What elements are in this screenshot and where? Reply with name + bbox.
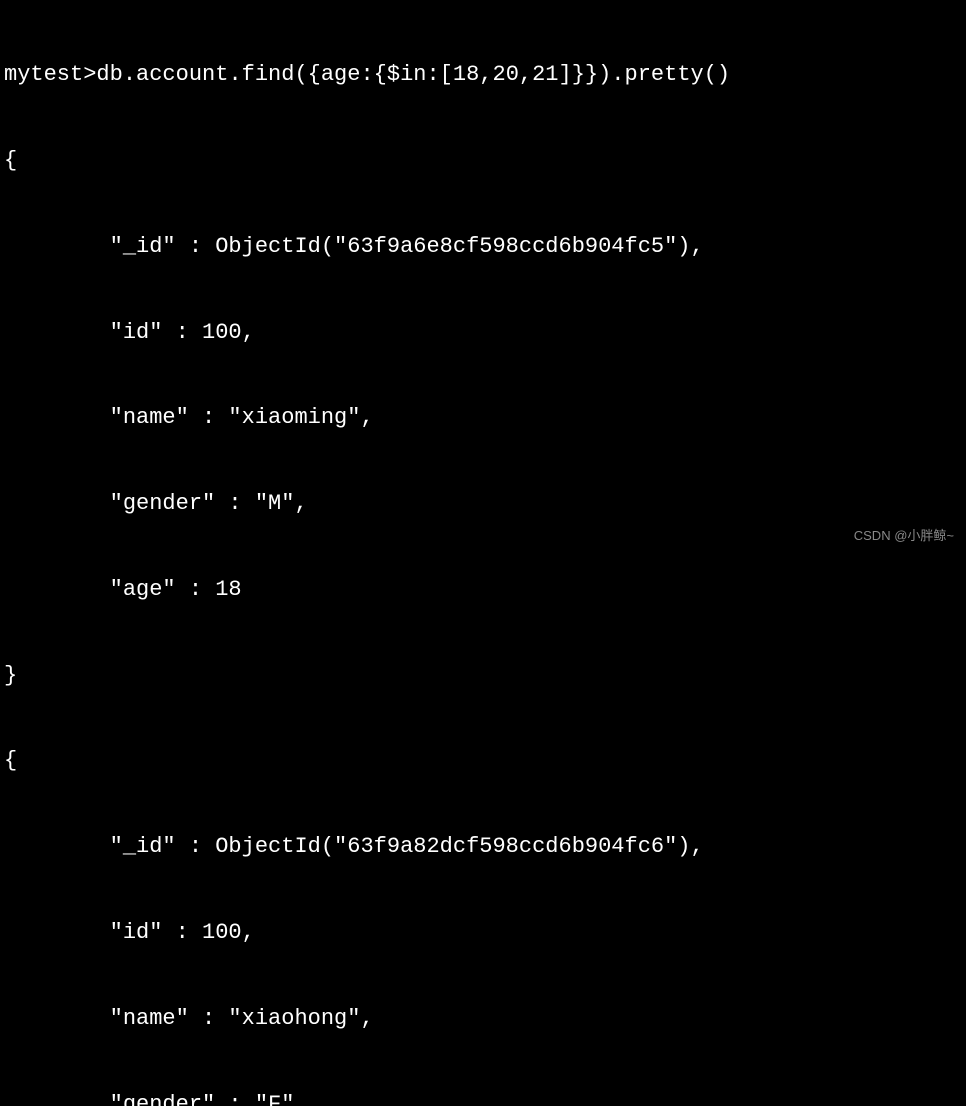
command-line: mytest>db.account.find({age:{$in:[18,20,… bbox=[4, 61, 962, 90]
terminal-output: mytest>db.account.find({age:{$in:[18,20,… bbox=[4, 4, 962, 1106]
watermark: CSDN @小胖鲸~ bbox=[854, 528, 954, 545]
output-line: "gender" : "M", bbox=[4, 490, 962, 519]
output-line: } bbox=[4, 662, 962, 691]
output-line: "age" : 18 bbox=[4, 576, 962, 605]
output-line: { bbox=[4, 747, 962, 776]
output-line: "_id" : ObjectId("63f9a82dcf598ccd6b904f… bbox=[4, 833, 962, 862]
output-line: { bbox=[4, 147, 962, 176]
output-line: "name" : "xiaohong", bbox=[4, 1005, 962, 1034]
output-line: "id" : 100, bbox=[4, 919, 962, 948]
output-line: "name" : "xiaoming", bbox=[4, 404, 962, 433]
command-text: db.account.find({age:{$in:[18,20,21]}}).… bbox=[96, 62, 730, 87]
output-line: "gender" : "F", bbox=[4, 1091, 962, 1106]
output-line: "id" : 100, bbox=[4, 319, 962, 348]
prompt: mytest> bbox=[4, 62, 96, 87]
output-line: "_id" : ObjectId("63f9a6e8cf598ccd6b904f… bbox=[4, 233, 962, 262]
